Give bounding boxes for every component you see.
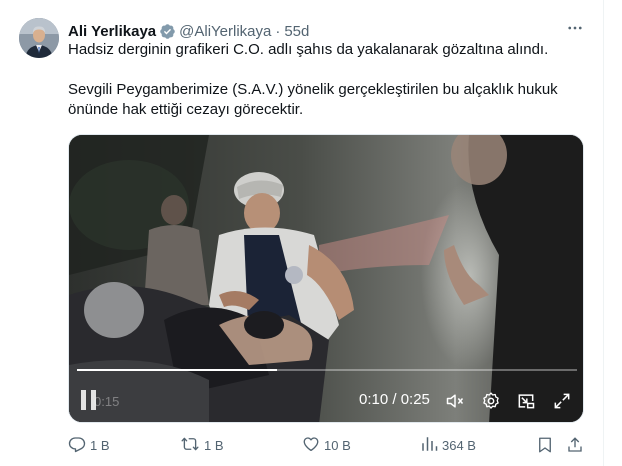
views-count: 364 B	[442, 437, 476, 453]
mute-icon[interactable]	[444, 390, 466, 412]
video-seek-preview-time: 0:15	[94, 394, 120, 409]
settings-gear-icon[interactable]	[480, 390, 502, 412]
views-icon	[420, 435, 438, 456]
repost-button[interactable]: 1 B	[180, 432, 224, 458]
views-button[interactable]: 364 B	[420, 432, 476, 458]
separator-dot: ·	[275, 22, 281, 40]
tweet-header: Ali Yerlikaya @AliYerlikaya · 55d	[68, 21, 309, 41]
fullscreen-icon[interactable]	[551, 390, 573, 412]
video-progress-bar[interactable]	[77, 369, 577, 371]
reply-icon	[68, 435, 86, 456]
author-handle[interactable]: @AliYerlikaya	[179, 23, 271, 40]
picture-in-picture-icon[interactable]	[515, 390, 537, 412]
repost-count: 1 B	[204, 437, 224, 453]
like-count: 10 B	[324, 437, 351, 453]
repost-icon	[180, 435, 200, 456]
video-player[interactable]: 0:15 0:10 / 0:25	[68, 134, 584, 423]
like-icon	[302, 435, 320, 456]
bookmark-icon[interactable]	[536, 432, 554, 458]
tweet-paragraph: Hadsiz derginin grafikeri C.O. adlı şahı…	[68, 41, 549, 58]
more-icon[interactable]	[563, 16, 587, 40]
author-name[interactable]: Ali Yerlikaya	[68, 23, 156, 40]
video-progress-fill	[77, 369, 277, 371]
post-time[interactable]: 55d	[284, 23, 309, 40]
avatar[interactable]	[19, 18, 59, 58]
tweet[interactable]: Ali Yerlikaya @AliYerlikaya · 55d Hadsiz…	[0, 0, 604, 466]
verified-badge-icon[interactable]	[159, 23, 176, 40]
video-timecode: 0:10 / 0:25	[359, 391, 430, 408]
share-icon[interactable]	[566, 432, 584, 458]
like-button[interactable]: 10 B	[302, 432, 351, 458]
tweet-paragraph: Sevgili Peygamberimize (S.A.V.) yönelik …	[68, 81, 558, 118]
tweet-actions: 1 B 1 B 10 B 364 B	[68, 432, 584, 458]
reply-count: 1 B	[90, 437, 110, 453]
tweet-text: Hadsiz derginin grafikeri C.O. adlı şahı…	[68, 40, 588, 120]
video-frame	[69, 135, 583, 422]
reply-button[interactable]: 1 B	[68, 432, 110, 458]
